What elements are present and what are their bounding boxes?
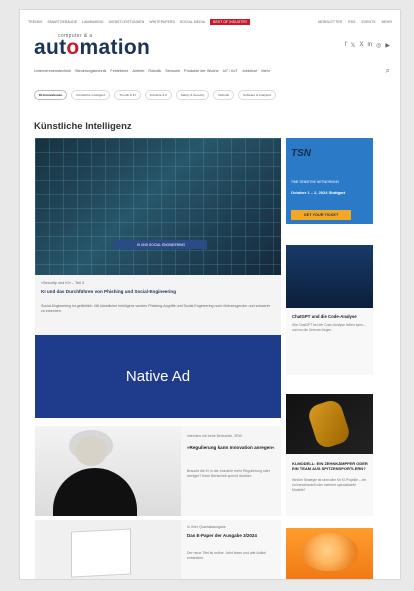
nav-item[interactable]: Jobbörse: [242, 69, 258, 73]
instagram-icon[interactable]: ◎: [376, 42, 381, 49]
subnav-pill-active[interactable]: KI-Innovationen: [34, 90, 68, 100]
utility-link-right[interactable]: RSS: [348, 20, 355, 24]
article-kicker: Interview mit Irene Bertschek, ZEW: [187, 434, 242, 438]
side-article-title[interactable]: ChatGPT und die Code-Analyse: [292, 314, 369, 319]
nav-item[interactable]: Antrieb: [132, 69, 144, 73]
article-headline[interactable]: Das E-Paper der Ausgabe 3/2024: [187, 533, 275, 539]
nav-item[interactable]: Mehr: [261, 69, 270, 73]
portrait-head: [75, 436, 107, 466]
tsn-ad-banner[interactable]: TSN TIME SENSITIVE NETWORKING October 1 …: [286, 138, 373, 224]
article-kicker: »Security und KI« – Teil 3: [41, 281, 84, 285]
article-kicker: In Ihrer Quartalsausgabe: [187, 525, 226, 529]
get-ticket-button[interactable]: GET YOUR TICKET: [291, 210, 351, 220]
page-frame: TRENDS SMARTGEBÄUDE LAWMAKING DIENSTLEIS…: [19, 9, 401, 580]
side-article-card[interactable]: ChatGPT und die Code-Analyse Wie ChatGPT…: [286, 245, 373, 375]
utility-links-right: NEWSLETTER RSS EVENTS MEHR: [318, 20, 392, 24]
subnav-pill[interactable]: Robotik: [213, 90, 234, 100]
side-article-image: [286, 245, 373, 308]
tsn-logo: TSN: [291, 148, 311, 159]
utility-link[interactable]: LAWMAKING: [82, 20, 104, 24]
nav-item[interactable]: Produkte der Woche: [184, 69, 219, 73]
utility-link-right[interactable]: MEHR: [382, 20, 392, 24]
social-links: f 𝕏 X in ◎ ▶: [345, 42, 390, 49]
portrait-torso: [53, 468, 137, 516]
featured-article-image: KI UND SOCIAL ENGINEERING: [35, 138, 281, 275]
nav-item[interactable]: Unternehmenstechnik: [34, 69, 71, 73]
tsn-subtitle: TIME SENSITIVE NETWORKING: [291, 180, 339, 184]
logo-subtitle: computer & a: [58, 33, 93, 39]
runner-illustration: [306, 397, 352, 451]
logo-part: mation: [79, 36, 151, 59]
image-grid-pattern: [35, 138, 281, 275]
logo-highlight-letter: o: [66, 36, 80, 59]
utility-link[interactable]: SMARTGEBÄUDE: [48, 20, 78, 24]
nav-item[interactable]: Steuerungstechnik: [75, 69, 106, 73]
right-column: TSN TIME SENSITIVE NETWORKING October 1 …: [286, 138, 373, 579]
interview-image: [35, 426, 181, 516]
side-article-card[interactable]: KI-MODELL: EIN ZEHNKÄMPFER ODER EIN TEAM…: [286, 394, 373, 516]
subnav-pill[interactable]: Trends & KI: [114, 90, 141, 100]
side-article-teaser: Wie ChatGPT bei der Code-Analyse helfen …: [292, 323, 366, 332]
side-article-teaser: Welche Strategie ist sinnvoller für KI-P…: [292, 478, 367, 492]
article-headline[interactable]: KI und das Durchführen von Phishing und …: [41, 289, 176, 294]
utility-link[interactable]: DIENSTLEISTUNGEN: [109, 20, 145, 24]
tsn-date-location: October 1 – 2, 2024 Stuttgart: [291, 190, 346, 195]
utility-link-right[interactable]: EVENTS: [361, 20, 375, 24]
utility-links-left: TRENDS SMARTGEBÄUDE LAWMAKING DIENSTLEIS…: [28, 19, 251, 25]
section-title: Künstliche Intelligenz: [34, 121, 132, 132]
logo-part: aut: [34, 36, 67, 59]
nav-item[interactable]: Sensorik: [165, 69, 180, 73]
native-ad-banner[interactable]: Native Ad: [35, 335, 281, 418]
featured-article-card[interactable]: KI UND SOCIAL ENGINEERING »Security und …: [35, 138, 281, 338]
linkedin-icon[interactable]: in: [367, 42, 372, 49]
side-article-image: [286, 394, 373, 454]
article-headline[interactable]: »Regulierung kann Innovation anregen«: [187, 445, 275, 451]
search-icon[interactable]: ⌕: [386, 66, 390, 76]
article-teaser: Der neue Titel ist online. Jetzt lesen u…: [187, 551, 266, 560]
epaper-image: [35, 520, 181, 579]
utility-link[interactable]: SOCIAL MEDIA: [180, 20, 205, 24]
nav-item[interactable]: IoT / IIoT: [223, 69, 238, 73]
subnav-pill[interactable]: Industrie 4.0: [144, 90, 172, 100]
main-navigation: Unternehmenstechnik Steuerungstechnik Fe…: [34, 66, 390, 76]
calendar-illustration: [71, 528, 131, 578]
site-logo[interactable]: computer & a automation: [34, 33, 150, 60]
subnav-pill[interactable]: Künstliche Intelligenz: [71, 90, 111, 100]
facebook-icon[interactable]: f: [345, 42, 347, 49]
brain-illustration: [302, 533, 358, 571]
article-teaser: Braucht die KI in der Industrie mehr Reg…: [187, 469, 270, 478]
nav-item[interactable]: Feldebene: [110, 69, 128, 73]
x-icon[interactable]: 𝕏: [351, 42, 356, 49]
youtube-icon[interactable]: ▶: [385, 42, 390, 49]
side-article-title[interactable]: KI-MODELL: EIN ZEHNKÄMPFER ODER EIN TEAM…: [292, 461, 369, 471]
utility-link[interactable]: TRENDS: [28, 20, 43, 24]
utility-link-right[interactable]: NEWSLETTER: [318, 20, 342, 24]
side-promo-image[interactable]: [286, 528, 373, 579]
nav-item[interactable]: Robotik: [148, 69, 161, 73]
top-utility-bar: TRENDS SMARTGEBÄUDE LAWMAKING DIENSTLEIS…: [28, 17, 392, 27]
logo-wordmark: automation: [34, 36, 150, 60]
utility-highlight-link[interactable]: BEST OF INDUSTRY: [210, 19, 251, 25]
topic-subnav: KI-Innovationen Künstliche Intelligenz T…: [34, 90, 277, 100]
xing-icon[interactable]: X: [359, 42, 363, 49]
subnav-pill[interactable]: Safety & Security: [175, 90, 210, 100]
image-caption-bar: KI UND SOCIAL ENGINEERING: [115, 240, 207, 249]
interview-card[interactable]: Interview mit Irene Bertschek, ZEW »Regu…: [35, 426, 281, 516]
subnav-pill[interactable]: Software & Analytics: [237, 90, 277, 100]
article-teaser: Social-Engineering ist gefährlich. Mit k…: [41, 304, 271, 313]
epaper-card[interactable]: In Ihrer Quartalsausgabe Das E-Paper der…: [35, 520, 281, 579]
utility-link[interactable]: WHITEPAPERS: [149, 20, 175, 24]
